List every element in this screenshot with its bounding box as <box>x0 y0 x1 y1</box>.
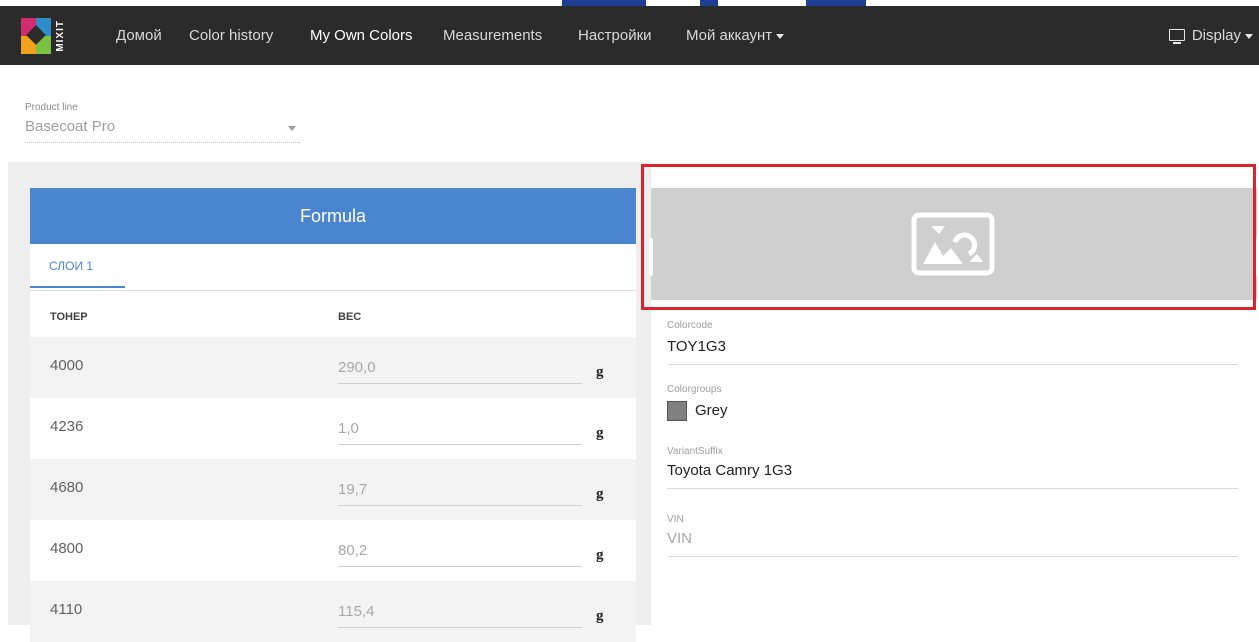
weight-unit: g <box>596 486 604 502</box>
weight-unit: g <box>596 608 604 624</box>
mixit-logo-icon[interactable]: MIXIT <box>21 16 66 56</box>
table-row: 4000 290,0 g <box>30 337 636 398</box>
monitor-icon <box>1168 29 1185 44</box>
weight-input[interactable]: 290,0 <box>338 359 582 384</box>
table-row: 4680 19,7 g <box>30 459 636 520</box>
weight-input[interactable]: 1,0 <box>338 420 582 445</box>
image-edge-handle <box>1255 238 1259 276</box>
nav-item-home[interactable]: Домой <box>116 6 162 65</box>
toner-code: 4110 <box>50 601 83 618</box>
logo-mark <box>21 18 51 54</box>
variant-suffix-label: VariantSuffix <box>667 446 723 457</box>
nav-item-my-account[interactable]: Мой аккаунт <box>686 6 785 65</box>
variant-suffix-field[interactable]: Toyota Camry 1G3 <box>667 462 1238 489</box>
product-line-label: Product line <box>25 102 78 113</box>
chevron-down-icon <box>288 126 296 131</box>
column-header-toner: ТОНЕР <box>50 311 88 323</box>
weight-input[interactable]: 115,4 <box>338 603 582 628</box>
nav-item-measurements[interactable]: Measurements <box>443 6 542 65</box>
toner-code: 4000 <box>50 357 84 374</box>
color-image-area[interactable] <box>649 188 1259 300</box>
chevron-down-icon <box>1245 33 1253 39</box>
toner-code: 4800 <box>50 540 84 557</box>
nav-item-color-history[interactable]: Color history <box>189 6 273 65</box>
colorcode-field[interactable]: TOY1G3 <box>667 338 1238 365</box>
top-navbar: MIXIT Домой Color history My Own Colors … <box>0 6 1259 65</box>
nav-item-my-account-label: Мой аккаунт <box>686 27 773 44</box>
weight-input[interactable]: 80,2 <box>338 542 582 567</box>
product-line-value: Basecoat Pro <box>25 118 116 135</box>
tab-layer-1[interactable]: СЛОИ 1 <box>30 244 125 288</box>
colorgroup-value: Grey <box>695 401 728 419</box>
colorgroups-field[interactable]: Grey <box>667 401 1238 427</box>
nav-item-settings[interactable]: Настройки <box>578 6 652 65</box>
weight-unit: g <box>596 364 604 380</box>
formula-title: Formula <box>30 188 636 244</box>
color-swatch <box>667 401 687 421</box>
display-menu[interactable]: Display <box>1168 6 1253 65</box>
formula-card: Formula СЛОИ 1 ТОНЕР ВЕС 4000 290,0 g 42… <box>30 188 636 642</box>
weight-unit: g <box>596 547 604 563</box>
colorgroups-label: Colorgroups <box>667 384 722 395</box>
table-row: 4236 1,0 g <box>30 398 636 459</box>
image-placeholder-icon <box>911 212 995 276</box>
table-row: 4110 115,4 g <box>30 581 636 642</box>
weight-unit: g <box>596 425 604 441</box>
product-line-select[interactable]: Basecoat Pro <box>25 118 300 143</box>
colorcode-label: Colorcode <box>667 320 713 331</box>
display-label: Display <box>1191 27 1241 44</box>
toner-code: 4236 <box>50 418 84 435</box>
nav-item-my-own-colors[interactable]: My Own Colors <box>310 6 413 65</box>
layer-tabs: СЛОИ 1 <box>30 244 636 291</box>
chevron-down-icon <box>776 33 785 39</box>
toner-code: 4680 <box>50 479 84 496</box>
logo-text: MIXIT <box>55 20 66 52</box>
formula-table-header: ТОНЕР ВЕС <box>30 291 636 337</box>
weight-input[interactable]: 19,7 <box>338 481 582 506</box>
formula-rows: 4000 290,0 g 4236 1,0 g 4680 19,7 g 4800… <box>30 337 636 642</box>
column-header-weight: ВЕС <box>338 311 362 323</box>
vin-label: VIN <box>667 514 684 525</box>
vin-field[interactable]: VIN <box>667 530 1238 557</box>
table-row: 4800 80,2 g <box>30 520 636 581</box>
image-edge-handle <box>649 238 653 276</box>
